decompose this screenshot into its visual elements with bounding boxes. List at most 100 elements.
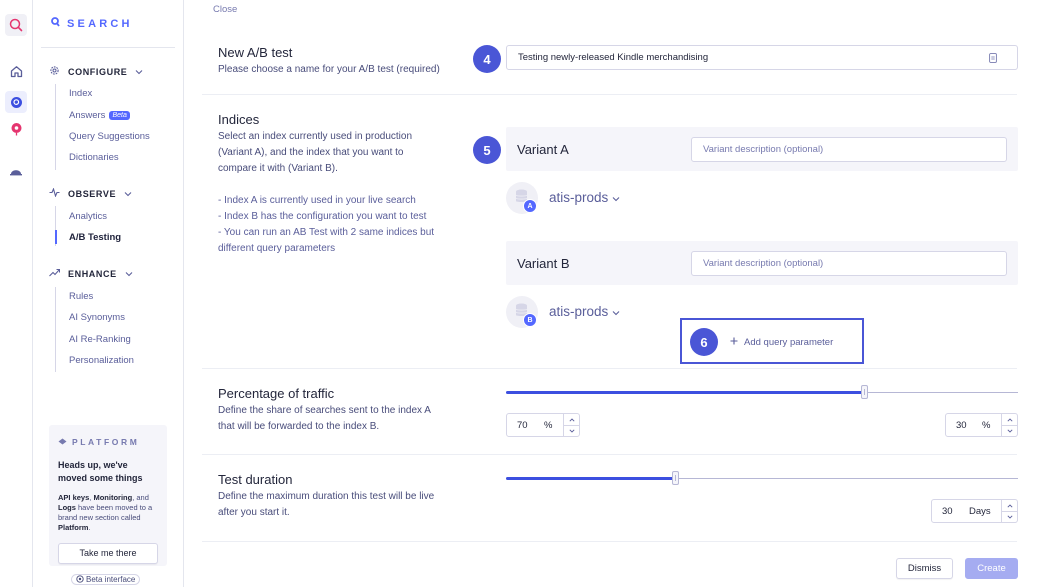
traffic-desc-line1: Define the share of searches sent to the… [218,405,431,416]
sidebar-item-personalization[interactable]: Personalization [69,355,134,366]
body-sep2: , and [132,493,149,502]
indices-section-title: Indices [218,112,260,127]
divider [202,368,1017,369]
trend-icon [49,268,61,279]
take-me-there-button[interactable]: Take me there [58,543,158,564]
indices-bullet3: - You can run an AB Test with 2 same ind… [218,227,435,238]
dismiss-button[interactable]: Dismiss [896,558,953,579]
traffic-slider-handle[interactable] [861,385,868,399]
name-section-title: New A/B test [218,45,293,60]
variant-a-label: Variant A [517,142,569,157]
traffic-slider[interactable] [506,385,1018,399]
name-section-description: Please choose a name for your A/B test (… [218,64,440,75]
variant-a-description-input[interactable]: Variant description (optional) [691,137,1007,162]
sidebar-item-dictionaries[interactable]: Dictionaries [69,152,119,163]
increment-button[interactable] [1002,500,1017,511]
variant-b-description-input[interactable]: Variant description (optional) [691,251,1007,276]
traffic-a-arrows [563,414,579,436]
traffic-a-value: 70 [517,419,528,431]
decrement-button[interactable] [1002,425,1017,436]
duration-desc-line1: Define the maximum duration this test wi… [218,491,435,502]
step-badge-4: 4 [473,45,501,73]
decrement-button[interactable] [564,425,579,436]
variant-a-index-select[interactable]: atis-prods [549,190,620,205]
divider [202,454,1017,455]
variant-b-placeholder: Variant description (optional) [703,258,824,269]
platform-card: PLATFORM Heads up, we've moved some thin… [49,425,167,566]
search-app-icon[interactable] [5,14,27,36]
sidebar-item-answers-label: Answers [69,110,106,121]
traffic-section-title: Percentage of traffic [218,386,335,401]
section-configure[interactable]: CONFIGURE [49,65,143,78]
sidebar-item-analytics[interactable]: Analytics [69,211,107,222]
traffic-b-value: 30 [956,419,967,431]
traffic-a-stepper[interactable]: 70 % [506,413,580,437]
logs-text: Logs [58,503,76,512]
active-indicator [55,230,57,244]
platform-card-heading: Heads up, we've moved some things [58,460,143,483]
indices-desc-line3: compare it with (Variant B). [218,163,338,174]
variant-b-index-select[interactable]: atis-prods [549,304,620,319]
icon-rail [0,0,33,587]
beta-interface-label: Beta interface [86,575,136,584]
duration-slider[interactable] [506,471,1018,485]
variant-b-label: Variant B [517,256,570,271]
section-enhance-label: ENHANCE [68,268,117,279]
body-end: . [88,523,91,532]
indices-desc-line2: (Variant A), and the index that you want… [218,147,404,158]
crawler-icon[interactable] [5,161,27,183]
traffic-a-unit: % [544,419,553,431]
sidebar: SEARCH CONFIGURE Index Answers Beta Query… [33,0,184,587]
test-name-value: Testing newly-released Kindle merchandis… [518,52,709,63]
plus-icon [730,337,738,348]
section-observe[interactable]: OBSERVE [49,187,132,199]
sidebar-item-ai-re-ranking[interactable]: AI Re-Ranking [69,334,131,345]
sidebar-item-ai-synonyms[interactable]: AI Synonyms [69,312,125,323]
traffic-b-unit: % [982,419,991,431]
app-root: SEARCH CONFIGURE Index Answers Beta Query… [0,0,1049,587]
sidebar-item-ab-testing[interactable]: A/B Testing [69,232,121,243]
duration-desc-line2: after you start it. [218,507,290,518]
indices-desc-line1: Select an index currently used in produc… [218,131,413,142]
platform-icon [58,437,67,447]
section-configure-label: CONFIGURE [68,66,128,77]
section-enhance[interactable]: ENHANCE [49,268,133,279]
sidebar-item-answers[interactable]: Answers Beta [69,110,130,121]
increment-button[interactable] [564,414,579,425]
duration-arrows [1001,500,1017,522]
sidebar-item-rules[interactable]: Rules [69,291,93,302]
traffic-desc-line2: that will be forwarded to the index B. [218,421,380,432]
pulse-icon [49,187,60,199]
brand-divider [41,47,175,48]
variant-a-placeholder: Variant description (optional) [703,144,824,155]
decrement-button[interactable] [1002,511,1017,522]
duration-stepper[interactable]: 30 Days [931,499,1018,523]
variant-a-index-badge: A [523,199,537,213]
chevron-down-icon [612,190,620,205]
step-badge-5: 5 [473,136,501,164]
sidebar-item-index[interactable]: Index [69,88,92,99]
enhance-tree-line [55,287,56,372]
recommend-icon[interactable] [5,118,27,140]
increment-button[interactable] [1002,414,1017,425]
beta-interface-icon [76,574,84,585]
variant-b-index-badge: B [523,313,537,327]
traffic-slider-track [864,392,1018,393]
close-link[interactable]: Close [213,4,237,15]
test-name-input[interactable]: Testing newly-released Kindle merchandis… [506,45,1018,70]
chevron-down-icon [124,189,132,199]
indices-bullet4: different query parameters [218,243,336,254]
chevron-down-icon [135,67,143,77]
duration-slider-handle[interactable] [672,471,679,485]
duration-value: 30 [942,505,953,517]
add-query-parameter-button[interactable]: Add query parameter [730,337,833,348]
sidebar-item-query-suggestions[interactable]: Query Suggestions [69,131,150,142]
create-button[interactable]: Create [965,558,1018,579]
platform-card-body: API keys, Monitoring, and Logs have been… [58,493,158,533]
configure-tree-line [55,84,56,170]
home-icon[interactable] [5,60,27,82]
traffic-b-stepper[interactable]: 30 % [945,413,1018,437]
beta-interface-pill[interactable]: Beta interface [71,574,141,585]
duration-section-title: Test duration [218,472,293,487]
search-product-icon[interactable] [5,91,27,113]
